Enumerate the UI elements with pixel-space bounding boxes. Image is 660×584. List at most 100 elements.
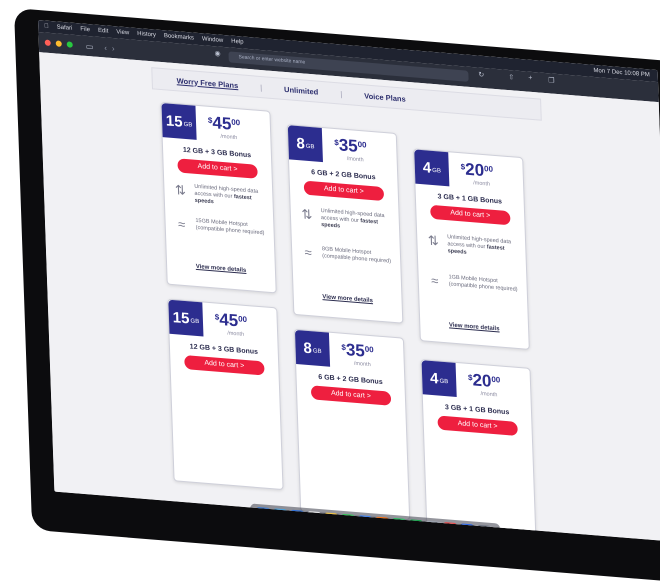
nav-separator: | — [340, 88, 343, 99]
price-dollars: 45 — [218, 309, 239, 331]
data-badge: 8 GB — [294, 329, 331, 367]
data-badge: 4 GB — [421, 360, 457, 398]
tabs-overview-icon[interactable]: ❐ — [548, 76, 555, 85]
plan-bonus: 3 GB + 1 GB Bonus — [437, 193, 503, 206]
plan-card-8gb: 8 GB $35 00 /month 6 GB + 2 GB Bonus Add t… — [286, 124, 404, 324]
data-badge: 4 GB — [414, 149, 450, 187]
wifi-icon: ≈ — [177, 216, 186, 233]
plan-card-15gb: 15 GB $45 00 /month 12 GB + 3 GB Bonus Add… — [160, 101, 277, 294]
price-dollars: 20 — [472, 370, 492, 391]
plan-price: $45 00 — [214, 309, 248, 332]
data-amount: 4 — [429, 369, 439, 388]
add-to-cart-button[interactable]: Add to cart > — [310, 385, 392, 406]
hotspot-text: 15GB Mobile Hotspot (compatible phone re… — [195, 217, 265, 237]
price-cents: 00 — [237, 314, 248, 325]
hotspot-text: 1GB Mobile Hotspot (compatible phone req… — [448, 274, 518, 293]
data-unit: GB — [439, 378, 449, 385]
price-cents: 00 — [231, 117, 241, 128]
nav-separator: | — [259, 82, 263, 92]
data-amount: 15 — [165, 111, 183, 131]
view-more-details-link[interactable]: View more details — [167, 262, 275, 277]
data-badge: 15 GB — [168, 299, 204, 337]
price-cents: 00 — [364, 344, 374, 355]
speed-arrows-icon: ⇅ — [427, 232, 440, 249]
share-icon[interactable]: ⇧ — [508, 73, 514, 81]
close-window-button[interactable] — [44, 39, 51, 47]
data-amount: 8 — [296, 134, 306, 153]
plan-bonus: 3 GB + 1 GB Bonus — [444, 404, 510, 417]
menu-history[interactable]: History — [137, 31, 156, 39]
apple-icon[interactable]:  — [44, 23, 49, 29]
view-more-details-link[interactable]: View more details — [294, 292, 402, 307]
new-tab-icon[interactable]: + — [528, 75, 532, 82]
menu-help[interactable]: Help — [231, 39, 244, 46]
price-dollars: 20 — [464, 159, 485, 181]
hotspot-feature: ≈8GB Mobile Hotspot (compatible phone re… — [300, 244, 396, 267]
price-dollars: 35 — [338, 135, 359, 156]
menu-edit[interactable]: Edit — [98, 28, 109, 35]
add-to-cart-button[interactable]: Add to cart > — [430, 204, 511, 226]
plan-bonus: 12 GB + 3 GB Bonus — [189, 343, 259, 356]
plan-card-4gb: 4 GB $20 00 /month 3 GB + 1 GB Bonus Add t… — [413, 148, 530, 350]
plan-card-4gb: 4 GB $20 00 /month 3 GB + 1 GB Bonus Add t… — [420, 359, 537, 542]
price-cents: 00 — [491, 374, 501, 385]
add-to-cart-button[interactable]: Add to cart > — [303, 180, 385, 202]
price-dollars: 35 — [345, 340, 366, 361]
hotspot-feature: ≈1GB Mobile Hotspot (compatible phone re… — [426, 273, 522, 296]
forward-icon[interactable]: › — [112, 43, 115, 52]
plan-price: $20 00 — [468, 370, 501, 393]
price-cents: 00 — [483, 164, 494, 174]
speed-arrows-icon: ⇅ — [301, 206, 313, 223]
screen:  Safari File Edit View History Bookmark… — [38, 20, 660, 542]
wifi-icon: ≈ — [430, 272, 439, 289]
price-cents: 00 — [357, 139, 367, 150]
speed-feature: ⇅ Unlimited high-speed data access with o… — [425, 232, 522, 261]
tab-voice-plans[interactable]: Voice Plans — [364, 91, 406, 103]
price-period: /month — [346, 156, 364, 164]
add-to-cart-button[interactable]: Add to cart > — [437, 415, 518, 436]
shield-icon[interactable]: ◉ — [214, 49, 220, 58]
plan-bonus: 6 GB + 2 GB Bonus — [311, 169, 376, 182]
sidebar-icon[interactable]: ▭ — [86, 41, 94, 51]
hotspot-text: 8GB Mobile Hotspot (compatible phone req… — [321, 246, 392, 265]
data-unit: GB — [183, 121, 193, 129]
menu-safari[interactable]: Safari — [57, 25, 73, 32]
price-dollars: 45 — [212, 113, 232, 134]
speed-arrows-icon: ⇅ — [174, 182, 187, 199]
tab-unlimited[interactable]: Unlimited — [284, 84, 318, 96]
price-period: /month — [480, 390, 498, 399]
laptop:  Safari File Edit View History Bookmark… — [0, 0, 660, 584]
plan-price: $35 00 — [334, 135, 367, 158]
plan-bonus: 12 GB + 3 GB Bonus — [182, 146, 252, 160]
plan-bonus: 6 GB + 2 GB Bonus — [318, 373, 383, 387]
speed-feature: ⇅ Unlimited high-speed data access with o… — [299, 206, 396, 235]
data-amount: 15 — [172, 308, 190, 327]
add-to-cart-button[interactable]: Add to cart > — [184, 355, 265, 376]
menu-view[interactable]: View — [116, 29, 129, 36]
add-to-cart-button[interactable]: Add to cart > — [177, 158, 258, 179]
view-more-details-link[interactable]: View more details — [420, 320, 528, 335]
data-unit: GB — [432, 167, 441, 175]
tab-worry-free-plans[interactable]: Worry Free Plans — [176, 76, 238, 90]
minimize-window-button[interactable] — [55, 40, 62, 47]
menu-file[interactable]: File — [80, 26, 90, 33]
plan-card-15gb: 15 GB $45 00 /month 12 GB + 3 GB Bonus Add… — [167, 298, 284, 491]
data-amount: 8 — [303, 339, 313, 357]
price-period: /month — [220, 133, 238, 142]
plan-price: $20 00 — [460, 159, 494, 182]
web-page: Worry Free Plans | Unlimited | Voice Pla… — [39, 52, 660, 542]
data-amount: 4 — [422, 158, 432, 177]
plan-price: $35 00 — [341, 340, 374, 363]
back-icon[interactable]: ‹ — [104, 43, 107, 52]
reload-icon[interactable]: ↻ — [478, 71, 484, 79]
price-period: /month — [473, 180, 491, 188]
price-period: /month — [227, 330, 245, 338]
menu-bookmarks[interactable]: Bookmarks — [164, 33, 194, 41]
plan-card-8gb: 8 GB $35 00 /month 6 GB + 2 GB Bonus Add t… — [293, 328, 411, 521]
data-badge: 15 GB — [161, 103, 197, 140]
data-unit: GB — [305, 143, 315, 150]
zoom-window-button[interactable] — [66, 41, 73, 48]
speed-feature: ⇅ Unlimited high-speed data access with o… — [172, 182, 269, 211]
menu-window[interactable]: Window — [202, 36, 224, 44]
plan-price: $45 00 — [208, 113, 241, 136]
